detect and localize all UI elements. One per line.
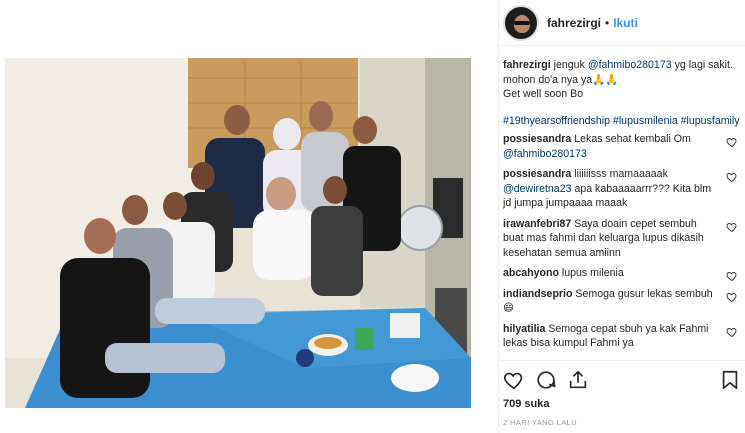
share-icon[interactable]	[567, 369, 589, 391]
comment-username[interactable]: possiesandra	[503, 133, 571, 145]
comment-heart-icon[interactable]	[726, 136, 738, 148]
comment-item: possiesandra Lekas sehat kembali Om @fah…	[503, 132, 740, 161]
header-separator: •	[605, 15, 610, 30]
instagram-post: fahrezirgi • Ikuti fahrezirgi jenguk @fa…	[0, 0, 745, 433]
follow-button[interactable]: Ikuti	[613, 16, 638, 30]
post-photo[interactable]	[5, 58, 471, 408]
comment-heart-icon[interactable]	[726, 221, 738, 233]
avatar[interactable]	[503, 4, 539, 41]
caption-username[interactable]: fahrezirgi	[503, 59, 551, 71]
heart-icon[interactable]	[503, 369, 525, 391]
comment-text: lupus milenia	[561, 267, 624, 279]
caption-hashtags[interactable]: #19thyearsoffriendship #lupusmilenia #lu…	[503, 114, 740, 129]
caption-text-before: jenguk	[553, 59, 585, 71]
comment-item: possiesandra liiiiiisss mamaaaaak @dewir…	[503, 167, 740, 211]
comment-username[interactable]: irawanfebri87	[503, 218, 571, 230]
comment-heart-icon[interactable]	[726, 291, 738, 303]
post-timestamp[interactable]: 2 HARI YANG LALU	[503, 418, 577, 427]
comment-item: irawanfebri87 Saya doain cepet sembuh bu…	[503, 217, 740, 261]
comment-item: hilyatilia Semoga cepat sbuh ya kak Fahm…	[503, 322, 740, 351]
caption-mention[interactable]: @fahmibo280173	[588, 59, 672, 71]
comments-list[interactable]: fahrezirgi jenguk @fahmibo280173 yg lagi…	[499, 58, 745, 360]
post-actions: 709 suka 2 HARI YANG LALU	[499, 360, 745, 433]
comment-text: Lekas sehat kembali Om	[574, 133, 691, 145]
author-username[interactable]: fahrezirgi	[547, 16, 601, 30]
comment-username[interactable]: hilyatilia	[503, 323, 545, 335]
group-photo-image	[5, 58, 471, 408]
caption-line2: Get well soon Bo	[503, 88, 584, 100]
comment-heart-icon[interactable]	[726, 270, 738, 282]
comment-text: liiiiiisss mamaaaaak	[574, 168, 668, 180]
post-header: fahrezirgi • Ikuti	[499, 0, 745, 46]
comment-heart-icon[interactable]	[726, 171, 738, 183]
photo-area	[0, 0, 498, 433]
bookmark-icon[interactable]	[719, 369, 741, 391]
comment-heart-icon[interactable]	[726, 326, 738, 338]
likes-count[interactable]: 709 suka	[503, 398, 549, 410]
comment-mention[interactable]: @dewiretna23	[503, 183, 571, 195]
comment-mention[interactable]: @fahmibo280173	[503, 148, 587, 160]
comment-icon[interactable]	[535, 369, 557, 391]
post-caption: fahrezirgi jenguk @fahmibo280173 yg lagi…	[503, 58, 740, 102]
comment-item: abcahyono lupus milenia	[503, 266, 740, 282]
post-side-panel: fahrezirgi • Ikuti fahrezirgi jenguk @fa…	[498, 0, 745, 433]
comment-username[interactable]: possiesandra	[503, 168, 571, 180]
comment-item: indiandseprio Semoga gusur lekas sembuh …	[503, 287, 740, 316]
avatar-sunglasses	[514, 20, 530, 25]
comment-username[interactable]: abcahyono	[503, 267, 559, 279]
comment-username[interactable]: indiandseprio	[503, 288, 572, 300]
